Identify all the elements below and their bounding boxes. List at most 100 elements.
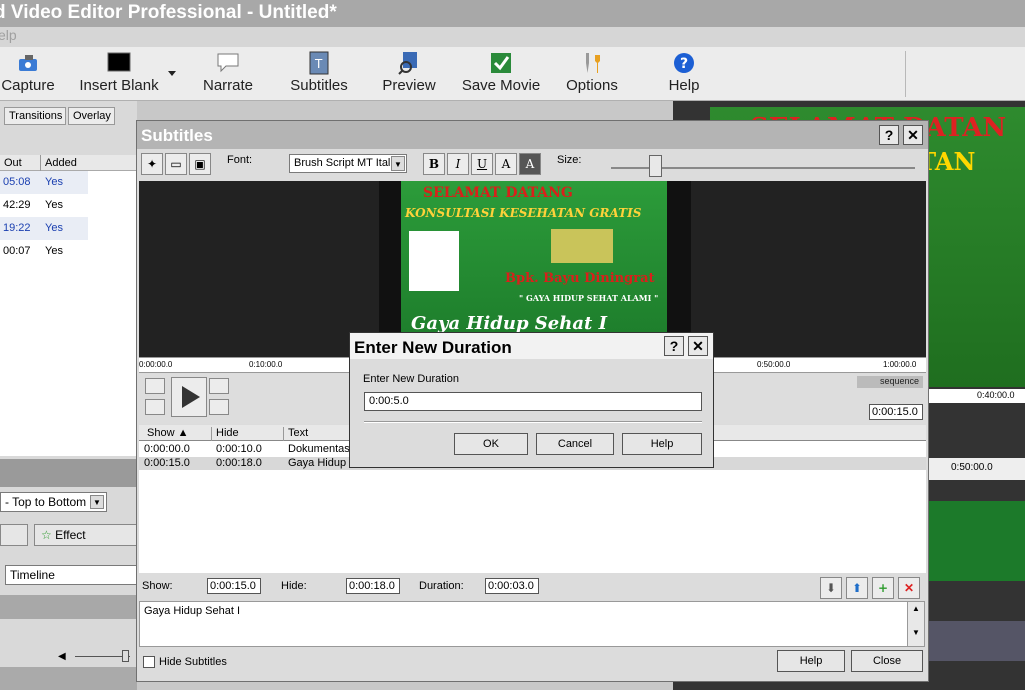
duration-help-icon[interactable]: ? bbox=[664, 336, 684, 356]
subtitle-text-input[interactable]: Gaya Hidup Sehat I bbox=[139, 601, 909, 647]
help-icon: ? bbox=[674, 53, 694, 73]
duration-label: Duration: bbox=[419, 580, 464, 592]
main-toolbar: Capture Insert Blank Narrate T Subtitles… bbox=[0, 47, 1025, 101]
list-item[interactable]: 05:08 Yes bbox=[0, 171, 88, 194]
save-icon[interactable]: ▣ bbox=[189, 153, 211, 175]
options-button[interactable]: Options bbox=[563, 51, 621, 99]
italic-button[interactable]: I bbox=[447, 153, 469, 175]
hide-subtitles-checkbox[interactable] bbox=[143, 656, 155, 668]
list-item[interactable]: 42:29 Yes bbox=[0, 194, 137, 217]
ok-button[interactable]: OK bbox=[454, 433, 528, 455]
volume-slider-thumb[interactable] bbox=[122, 650, 129, 662]
bold-button[interactable]: B bbox=[423, 153, 445, 175]
format-toolbar: ✦ ▭ ▣ Font: Brush Script MT Ital ▼ B I U… bbox=[137, 149, 928, 179]
hide-time-field[interactable]: 0:00:18.0 bbox=[346, 578, 400, 594]
timeline-thumbnail[interactable] bbox=[929, 501, 1025, 581]
font-select[interactable]: Brush Script MT Ital ▼ bbox=[289, 154, 407, 173]
list-item[interactable]: 00:07 Yes bbox=[0, 240, 137, 263]
timeline-field[interactable]: Timeline bbox=[5, 565, 137, 585]
preview-icon bbox=[398, 52, 417, 75]
menu-help[interactable]: elp bbox=[0, 27, 1025, 47]
show-label: Show: bbox=[142, 580, 173, 592]
column-added[interactable]: Added bbox=[40, 155, 77, 171]
scroll-up-icon[interactable]: ▲ bbox=[910, 604, 922, 620]
play-button[interactable] bbox=[171, 377, 207, 417]
save-movie-button[interactable]: Save Movie bbox=[460, 51, 542, 99]
delete-icon[interactable]: ✕ bbox=[898, 577, 920, 599]
size-slider-thumb[interactable] bbox=[649, 155, 662, 177]
insert-blank-dropdown-icon[interactable] bbox=[168, 71, 176, 76]
move-up-icon[interactable]: ⬆ bbox=[846, 577, 868, 599]
background-color-button[interactable]: A bbox=[519, 153, 541, 175]
clip-list: 05:08 Yes 42:29 Yes 19:22 Yes 00:07 Yes bbox=[0, 171, 137, 456]
tab-overlay[interactable]: Overlay bbox=[68, 107, 115, 125]
right-ruler: 0:40:00.0 bbox=[929, 389, 1025, 403]
duration-help-button[interactable]: Help bbox=[622, 433, 702, 455]
size-label: Size: bbox=[557, 154, 582, 166]
move-down-icon[interactable]: ⬇ bbox=[820, 577, 842, 599]
svg-text:?: ? bbox=[680, 56, 688, 72]
dialog-close-icon[interactable]: ✕ bbox=[903, 125, 923, 145]
underline-button[interactable]: U bbox=[471, 153, 493, 175]
list-item[interactable]: 19:22 Yes bbox=[0, 217, 88, 240]
capture-button[interactable]: Capture bbox=[0, 51, 58, 99]
preview-frame: SELAMAT DATANG KONSULTASI KESEHATAN GRAT… bbox=[379, 181, 691, 357]
subtitles-close-button[interactable]: Close bbox=[851, 650, 923, 672]
preview-button[interactable]: Preview bbox=[380, 51, 438, 99]
narrate-icon bbox=[217, 53, 239, 73]
direction-select[interactable]: - Top to Bottom ▼ bbox=[0, 492, 107, 512]
audio-waveform[interactable] bbox=[929, 621, 1025, 661]
column-show[interactable]: Show ▲ bbox=[139, 427, 188, 441]
enter-duration-dialog: Enter New Duration ? ✕ Enter New Duratio… bbox=[349, 332, 714, 468]
scroll-down-icon[interactable]: ▼ bbox=[910, 628, 922, 644]
options-label: Options bbox=[566, 77, 618, 94]
font-color-button[interactable]: A bbox=[495, 153, 517, 175]
save-movie-label: Save Movie bbox=[461, 77, 541, 94]
go-end-icon[interactable] bbox=[209, 399, 229, 415]
chevron-down-icon[interactable]: ▼ bbox=[90, 495, 104, 509]
help-button[interactable]: ? Help bbox=[664, 51, 704, 99]
star-icon: ☆ bbox=[41, 528, 52, 542]
narrate-button[interactable]: Narrate bbox=[200, 51, 256, 99]
product-image bbox=[551, 229, 613, 263]
dialog-help-icon[interactable]: ? bbox=[879, 125, 899, 145]
narrate-label: Narrate bbox=[202, 77, 254, 94]
cancel-button[interactable]: Cancel bbox=[536, 433, 614, 455]
column-hide[interactable]: Hide bbox=[211, 427, 239, 441]
panel-band-bottom bbox=[0, 667, 137, 690]
column-text[interactable]: Text bbox=[283, 427, 308, 441]
capture-label: Capture bbox=[1, 77, 55, 94]
show-time-field[interactable]: 0:00:15.0 bbox=[207, 578, 261, 594]
help-label: Help bbox=[668, 77, 700, 94]
column-out[interactable]: Out bbox=[4, 157, 22, 169]
svg-text:T: T bbox=[314, 57, 323, 71]
duration-input[interactable]: 0:00:5.0 bbox=[364, 392, 702, 411]
effect-button[interactable]: ☆ Effect bbox=[34, 524, 137, 546]
duration-prompt: Enter New Duration bbox=[363, 373, 459, 385]
video-preview: SELAMAT DATANG KONSULTASI KESEHATAN GRAT… bbox=[139, 181, 926, 357]
subtitles-button[interactable]: T Subtitles bbox=[288, 51, 350, 99]
chevron-down-icon[interactable]: ▼ bbox=[391, 156, 405, 171]
tab-transitions[interactable]: Transitions bbox=[4, 107, 66, 125]
duration-field[interactable]: 0:00:03.0 bbox=[485, 578, 539, 594]
toolbar-separator bbox=[905, 51, 906, 97]
sequence-label: sequence bbox=[857, 376, 923, 388]
insert-blank-button[interactable]: Insert Blank bbox=[76, 51, 162, 99]
step-back-icon[interactable] bbox=[145, 378, 165, 394]
step-forward-icon[interactable] bbox=[209, 378, 229, 394]
new-file-icon[interactable]: ✦ bbox=[141, 153, 163, 175]
volume-icon[interactable]: ◀ bbox=[58, 651, 66, 662]
go-start-icon[interactable] bbox=[145, 399, 165, 415]
open-folder-icon[interactable]: ▭ bbox=[165, 153, 187, 175]
times-bar: Show: 0:00:15.0 Hide: 0:00:18.0 Duration… bbox=[137, 575, 928, 599]
duration-close-icon[interactable]: ✕ bbox=[688, 336, 708, 356]
left-button[interactable] bbox=[0, 524, 28, 546]
add-icon[interactable]: + bbox=[872, 577, 894, 599]
subtitles-dialog-title: Subtitles bbox=[137, 121, 928, 149]
font-label: Font: bbox=[227, 154, 253, 166]
clip-list-header: Out Added bbox=[0, 155, 137, 171]
subtitles-label: Subtitles bbox=[290, 77, 348, 94]
current-time: 0:00:15.0 bbox=[869, 404, 923, 420]
subtitles-help-button[interactable]: Help bbox=[777, 650, 845, 672]
text-scrollbar[interactable]: ▲ ▼ bbox=[907, 601, 925, 647]
